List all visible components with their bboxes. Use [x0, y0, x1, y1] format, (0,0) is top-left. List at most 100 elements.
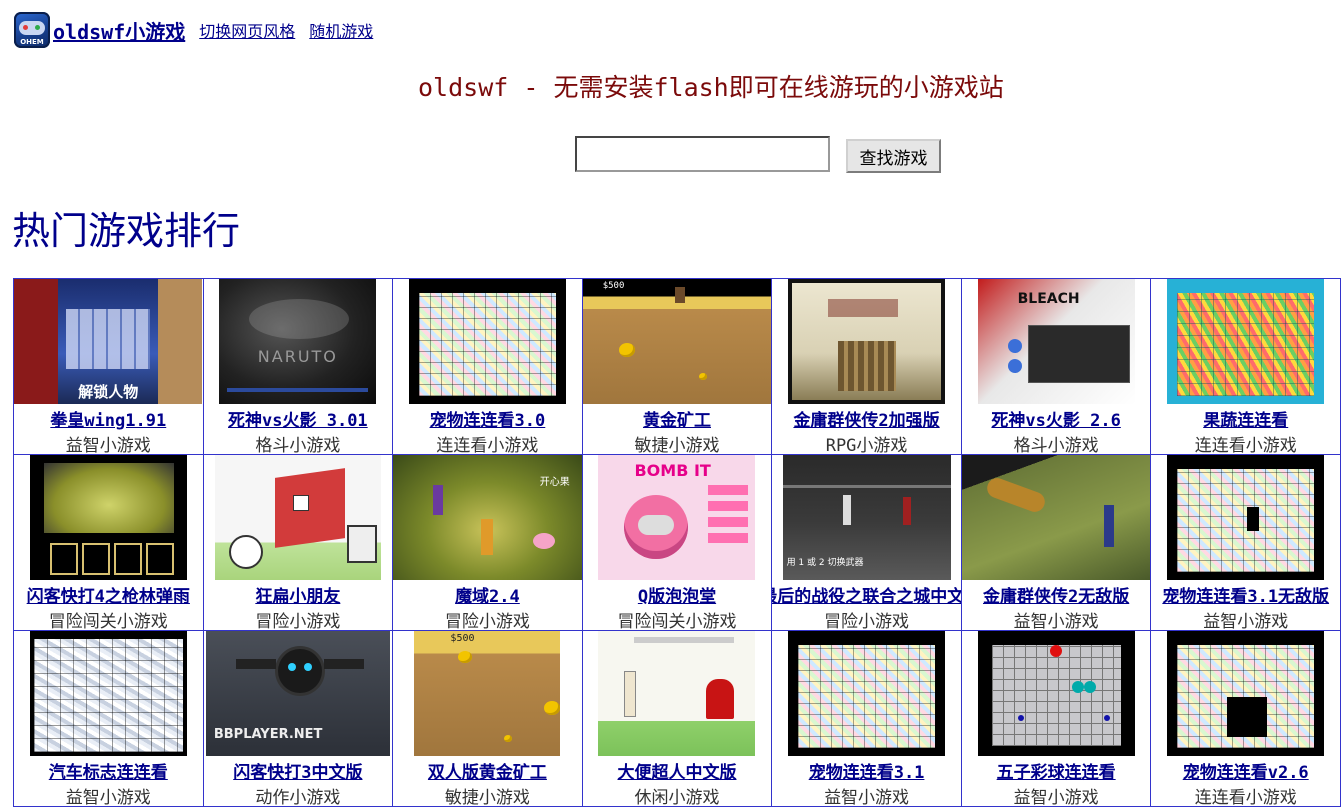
thumb-caption: BOMB IT — [634, 461, 711, 480]
thumb-caption: $500 — [602, 281, 625, 291]
game-thumbnail[interactable]: BOMB IT — [583, 455, 772, 580]
game-card[interactable]: 宠物连连看v2.6 连连看小游戏 — [1151, 631, 1341, 807]
game-card[interactable]: 大便超人中文版 休闲小游戏 — [582, 631, 773, 807]
game-thumbnail[interactable]: BLEACH — [962, 279, 1151, 404]
game-thumbnail[interactable]: 开心果 — [393, 455, 582, 580]
game-card[interactable]: 五子彩球连连看 益智小游戏 — [961, 631, 1152, 807]
game-card[interactable]: $500 黄金矿工 敏捷小游戏 — [582, 279, 773, 455]
game-category: 冒险闯关小游戏 — [617, 612, 737, 631]
game-card[interactable]: 开心果 魔域2.4 冒险小游戏 — [393, 455, 583, 631]
site-name-link[interactable]: oldswf小游戏 — [53, 16, 185, 45]
game-card[interactable]: 汽车标志连连看 益智小游戏 — [14, 631, 204, 807]
game-category: 敏捷小游戏 — [634, 436, 720, 455]
game-category: 冒险小游戏 — [824, 612, 910, 631]
game-card[interactable]: 用 1 或 2 切换武器 最后的战役之联合之城中文版 冒险小游戏 — [772, 455, 962, 631]
game-thumbnail[interactable]: 用 1 或 2 切换武器 — [772, 455, 961, 580]
game-thumbnail[interactable] — [393, 279, 582, 404]
search-input[interactable] — [575, 136, 830, 172]
game-card[interactable]: 闪客快打4之枪林弹雨 冒险闯关小游戏 — [14, 455, 204, 631]
game-card[interactable]: 金庸群侠传2加强版 RPG小游戏 — [772, 279, 962, 455]
game-card[interactable]: 果蔬连连看 连连看小游戏 — [1151, 279, 1341, 455]
game-title-link[interactable]: Q版泡泡堂 — [583, 582, 772, 607]
game-title-link[interactable]: 宠物连连看3.1无敌版 — [1151, 582, 1340, 607]
game-title-link[interactable]: 金庸群侠传2无敌版 — [962, 582, 1151, 607]
game-thumbnail[interactable] — [14, 455, 203, 580]
game-thumbnail[interactable]: $500 — [582, 279, 772, 404]
game-category: 益智小游戏 — [65, 788, 151, 807]
thumb-caption: BLEACH — [1017, 291, 1080, 307]
game-grid: 解锁人物 拳皇wing1.91 益智小游戏 NARUTO 死神vs火影 3.01… — [13, 278, 1341, 807]
game-category: 休闲小游戏 — [634, 788, 720, 807]
game-title-link[interactable]: 闪客快打4之枪林弹雨 — [14, 582, 203, 607]
game-title-link[interactable]: 金庸群侠传2加强版 — [772, 406, 961, 431]
top-bar: OHEM oldswf小游戏 切换网页风格 随机游戏 — [14, 12, 373, 48]
game-title-link[interactable]: 果蔬连连看 — [1151, 406, 1340, 431]
thumb-caption: 开心果 — [539, 477, 570, 488]
game-card[interactable]: 宠物连连看3.1无敌版 益智小游戏 — [1151, 455, 1341, 631]
game-category: 益智小游戏 — [824, 788, 910, 807]
game-category: 益智小游戏 — [1203, 612, 1289, 631]
game-category: 益智小游戏 — [65, 436, 151, 455]
game-title-link[interactable]: 宠物连连看3.1 — [772, 758, 961, 783]
game-title-link[interactable]: 黄金矿工 — [583, 406, 772, 431]
game-card[interactable]: 金庸群侠传2无敌版 益智小游戏 — [961, 455, 1152, 631]
game-thumbnail[interactable]: BBPLAYER.NET — [204, 631, 393, 756]
game-title-link[interactable]: 拳皇wing1.91 — [14, 406, 203, 431]
game-category: 冒险小游戏 — [255, 612, 341, 631]
game-category: 连连看小游戏 — [1194, 788, 1297, 807]
game-category: RPG小游戏 — [825, 436, 908, 455]
game-category: 益智小游戏 — [1013, 788, 1099, 807]
search-button[interactable]: 查找游戏 — [846, 139, 941, 173]
game-category: 益智小游戏 — [1013, 612, 1099, 631]
game-category: 敏捷小游戏 — [444, 788, 530, 807]
section-title: 热门游戏排行 — [12, 209, 241, 253]
game-thumbnail[interactable] — [772, 631, 961, 756]
game-thumbnail[interactable] — [14, 631, 203, 756]
game-category: 冒险小游戏 — [444, 612, 530, 631]
game-thumbnail[interactable]: NARUTO — [204, 279, 393, 404]
game-title-link[interactable]: 汽车标志连连看 — [14, 758, 203, 783]
game-thumbnail[interactable] — [961, 455, 1151, 580]
thumb-caption: BBPLAYER.NET — [213, 727, 323, 742]
thumb-caption: $500 — [450, 633, 475, 644]
game-title-link[interactable]: 最后的战役之联合之城中文版 — [772, 582, 961, 607]
game-title-link[interactable]: 宠物连连看3.0 — [393, 406, 582, 431]
game-title-link[interactable]: 双人版黄金矿工 — [393, 758, 582, 783]
site-logo-icon[interactable]: OHEM — [14, 12, 50, 48]
game-card[interactable]: BBPLAYER.NET 闪客快打3中文版 动作小游戏 — [203, 631, 394, 807]
game-card[interactable]: NARUTO 死神vs火影 3.01 格斗小游戏 — [203, 279, 394, 455]
game-category: 连连看小游戏 — [1194, 436, 1297, 455]
random-game-link[interactable]: 随机游戏 — [309, 18, 373, 42]
game-thumbnail[interactable] — [204, 455, 393, 580]
game-card[interactable]: 宠物连连看3.1 益智小游戏 — [772, 631, 962, 807]
game-card[interactable]: BLEACH 死神vs火影 2.6 格斗小游戏 — [961, 279, 1152, 455]
switch-style-link[interactable]: 切换网页风格 — [199, 18, 295, 42]
game-category: 格斗小游戏 — [255, 436, 341, 455]
game-title-link[interactable]: 五子彩球连连看 — [962, 758, 1151, 783]
game-thumbnail[interactable] — [1151, 455, 1340, 580]
thumb-caption: NARUTO — [257, 347, 338, 366]
game-title-link[interactable]: 魔域2.4 — [393, 582, 582, 607]
site-tagline: oldswf - 无需安装flash即可在线游玩的小游戏站 — [418, 73, 1004, 102]
game-thumbnail[interactable] — [583, 631, 772, 756]
game-category: 连连看小游戏 — [436, 436, 539, 455]
game-thumbnail[interactable] — [962, 631, 1151, 756]
game-title-link[interactable]: 大便超人中文版 — [583, 758, 772, 783]
game-title-link[interactable]: 狂扁小朋友 — [204, 582, 393, 607]
game-title-link[interactable]: 闪客快打3中文版 — [204, 758, 393, 783]
game-card[interactable]: 宠物连连看3.0 连连看小游戏 — [393, 279, 583, 455]
game-card[interactable]: $500 双人版黄金矿工 敏捷小游戏 — [393, 631, 583, 807]
game-card[interactable]: BOMB IT Q版泡泡堂 冒险闯关小游戏 — [582, 455, 773, 631]
game-card[interactable]: 狂扁小朋友 冒险小游戏 — [203, 455, 394, 631]
thumb-caption: 解锁人物 — [78, 383, 139, 401]
game-title-link[interactable]: 宠物连连看v2.6 — [1151, 758, 1340, 783]
game-thumbnail[interactable]: 解锁人物 — [14, 279, 203, 404]
game-thumbnail[interactable] — [1151, 279, 1340, 404]
game-title-link[interactable]: 死神vs火影 2.6 — [962, 406, 1151, 431]
game-thumbnail[interactable] — [1151, 631, 1340, 756]
game-category: 冒险闯关小游戏 — [48, 612, 168, 631]
game-card[interactable]: 解锁人物 拳皇wing1.91 益智小游戏 — [14, 279, 204, 455]
game-thumbnail[interactable] — [772, 279, 961, 404]
game-title-link[interactable]: 死神vs火影 3.01 — [204, 406, 393, 431]
game-thumbnail[interactable]: $500 — [393, 631, 582, 756]
